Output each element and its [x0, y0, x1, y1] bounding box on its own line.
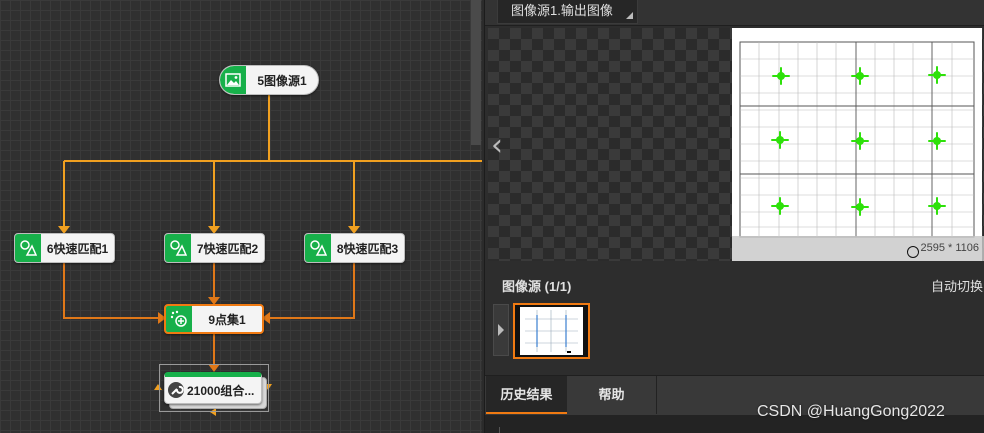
node-image-source[interactable]: 5图像源1: [219, 65, 319, 95]
canvas-scrollbar[interactable]: [471, 0, 481, 145]
image-source-title: 图像源 (1/1): [502, 279, 572, 294]
node-label: 9点集1: [208, 312, 246, 327]
auto-switch-toggle[interactable]: 自动切换: [931, 276, 983, 295]
calibration-image: [732, 28, 982, 261]
node-point-set[interactable]: 9点集1: [164, 304, 264, 334]
image-thumbnail[interactable]: [513, 303, 590, 359]
wrench-icon: [165, 377, 187, 403]
image-output-selector[interactable]: 图像源1.输出图像: [497, 0, 638, 24]
thumbnail-image: [520, 307, 583, 355]
image-size-readout: 2595 * 1106: [732, 236, 984, 261]
tab-help[interactable]: 帮助: [567, 376, 657, 414]
node-label: 6快速匹配1: [46, 241, 109, 256]
tab-history-results[interactable]: 历史结果: [486, 376, 567, 414]
image-viewer[interactable]: ‹ 2595 * 1106: [488, 28, 984, 261]
shape-match-icon: [305, 234, 331, 262]
prev-image-icon[interactable]: ‹: [491, 128, 513, 164]
cursor-ring-icon: [907, 246, 919, 258]
column-divider: [499, 427, 500, 433]
dropdown-corner-icon: [626, 12, 633, 19]
image-panel: 图像源1.输出图像 ‹ 2595 * 1106 图像源 (1/1) 自动切换 历…: [484, 0, 984, 433]
image-view-header: 图像源1.输出图像: [485, 0, 984, 26]
node-label: 21000组合...: [187, 383, 255, 398]
node-label: 8快速匹配3: [336, 241, 399, 256]
wire-match-3-to-pointset: [268, 263, 355, 319]
point-set-icon: [166, 306, 192, 332]
image-icon: [220, 66, 246, 94]
play-arrow-icon: [498, 324, 504, 336]
node-fast-match-2[interactable]: 7快速匹配2: [164, 233, 265, 263]
node-fast-match-1[interactable]: 6快速匹配1: [14, 233, 115, 263]
node-label: 5图像源1: [257, 73, 307, 88]
node-combo-group[interactable]: 21000组合...: [164, 372, 262, 404]
thumbnail-scroll-button[interactable]: [493, 304, 509, 356]
node-fast-match-3[interactable]: 8快速匹配3: [304, 233, 405, 263]
image-output-title: 图像源1.输出图像: [511, 3, 613, 18]
watermark: CSDN @HuangGong2022: [757, 403, 945, 420]
shape-match-icon: [165, 234, 191, 262]
wire-match-1-to-pointset: [63, 263, 160, 319]
node-label: 7快速匹配2: [196, 241, 259, 256]
shape-match-icon: [15, 234, 41, 262]
flow-canvas[interactable]: 5图像源1 6快速匹配1 7快速匹配2 8快速匹配3 9点集1 21000组合.…: [0, 0, 482, 433]
